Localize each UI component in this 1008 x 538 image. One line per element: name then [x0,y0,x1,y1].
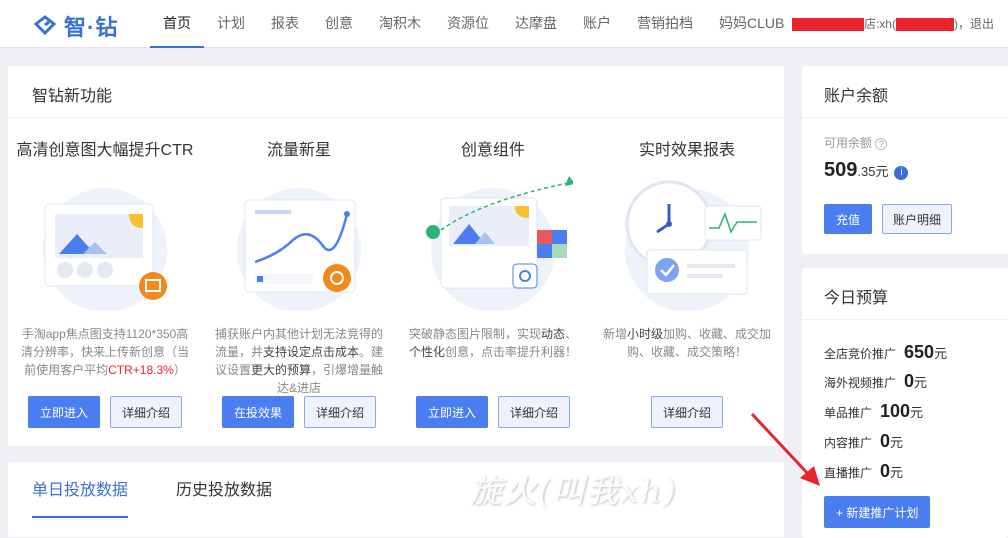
realtime-report-details-button[interactable]: 详细介绍 [650,396,723,428]
panel-title: 今日预算 [802,268,1008,320]
budget-row: 海外视频推广 0元 [824,371,927,392]
user-name: 店:xh( [863,17,896,31]
nav-mama-club[interactable]: 妈妈CLUB [706,0,797,48]
main-nav: 首页 计划 报表 创意 淘积木 资源位 达摩盘 账户 营销拍档 妈妈CLUB [150,0,797,48]
user-info: 店:xh( ) ，退出 [791,0,994,48]
redaction-mark [895,17,954,31]
balance-integer: 509 [824,159,858,181]
feature-title: 创意组件 [460,142,525,159]
traffic-star-details-button[interactable]: 详细介绍 [304,396,377,428]
logout-link[interactable]: ，退出 [958,1,994,47]
budget-label: 直播推广 [824,466,873,480]
desc-highlight: CTR+18.3% [108,363,174,377]
clock-report-illustration-icon [625,180,762,312]
budget-label: 海外视频推广 [824,376,897,390]
nav-resource[interactable]: 资源位 [434,0,502,48]
feature-title: 流量新星 [266,142,331,159]
red-arrow-annotation-icon [750,412,820,486]
enter-creative-component-button[interactable]: 立即进入 [415,396,488,428]
feature-card-traffic-star: 流量新星 捕获账户内其他计划无法竞得的流量，并支持设定点击成本。建议设置更大的预… [202,118,396,397]
feature-description: 捕获账户内其他计划无法竞得的流量，并支持设定点击成本。建议设置更大的预算，引爆增… [202,325,396,397]
enter-hd-creative-button[interactable]: 立即进入 [27,396,100,428]
top-nav-bar: 智·钻 首页 计划 报表 创意 淘积木 资源位 达摩盘 账户 营销拍档 妈妈CL… [0,0,1008,48]
feature-actions: 在投效果 详细介绍 [202,396,396,428]
budget-unit: 元 [890,435,904,450]
balance-actions: 充值 账户明细 [824,204,953,234]
nav-home[interactable]: 首页 [150,0,204,48]
feature-title: 实时效果报表 [638,142,735,159]
budget-row: 全店竞价推广 650元 [824,342,947,363]
budget-value: 0 [880,461,891,481]
logo-text: 智·钻 [64,15,119,40]
account-balance-panel: 账户余额 可用余额 ? 509.35元 i 充值 账户明细 [802,66,1008,254]
feature-description: 突破静态图片限制，实现动态、个性化创意，点击率提升利器！ [396,325,590,397]
desc-text: 创意，点击率提升利器！ [445,345,578,359]
nav-damopan[interactable]: 达摩盘 [502,0,570,48]
balance-amount: 509.35元 i [824,159,1008,182]
recharge-button[interactable]: 充值 [824,204,873,234]
feature-title: 高清创意图大幅提升CTR [16,142,194,159]
desc-highlight: 更大的预算 [250,363,311,377]
budget-unit: 元 [914,375,928,390]
feature-actions: 立即进入 详细介绍 [396,396,590,428]
desc-text: 、 [565,327,578,341]
tab-history-data[interactable]: 历史投放数据 [176,476,272,516]
diamond-logo-icon [33,15,57,36]
balance-decimal: .35 [857,164,876,179]
feature-card-realtime-report: 实时效果报表 新增小时级加购、收藏、成交加购、收藏、成交策略！ [590,118,784,397]
info-icon[interactable]: i [894,165,909,180]
desc-text: 突破静态图片限制，实现 [408,327,541,341]
creative-component-details-button[interactable]: 详细介绍 [498,396,571,428]
logo[interactable]: 智·钻 [32,10,118,42]
feature-card-creative-component: 创意组件 突破静态图片限制，实现动态、个性化创意，点击率提升利器！ [396,118,590,397]
budget-value: 0 [880,431,891,451]
budget-value: 100 [880,401,911,421]
budget-label: 全店竞价推广 [824,347,897,361]
desc-highlight: 小时级 [626,327,663,341]
feature-actions: 立即进入 详细介绍 [8,396,202,428]
available-balance-label: 可用余额 ? [824,134,1008,151]
nav-account[interactable]: 账户 [570,0,624,48]
nav-taojimu[interactable]: 淘积木 [366,0,434,48]
desc-highlight: 动态 [540,327,565,341]
balance-unit: 元 [875,164,889,179]
budget-row: 单品推广 100元 [824,401,923,422]
budget-unit: 元 [934,346,948,361]
tab-daily-data[interactable]: 单日投放数据 [32,476,129,518]
redaction-mark [791,17,864,31]
new-campaign-button[interactable]: + 新建推广计划 [824,496,931,528]
feature-description: 手淘app焦点图支持1120*350高清分辨率，快来上传新创意（当前使用客户平均… [8,325,202,397]
new-features-panel: 智钻新功能 高清创意图大幅提升CTR 手淘app焦点图支持1120*350高清分… [8,66,784,446]
traffic-chart-illustration-icon [237,188,361,312]
account-details-button[interactable]: 账户明细 [882,204,953,234]
nav-creative[interactable]: 创意 [312,0,366,48]
creative-component-illustration-icon [426,176,575,312]
budget-row: 直播推广 0元 [824,461,903,482]
budget-label: 单品推广 [824,406,873,420]
hd-creative-details-button[interactable]: 详细介绍 [110,396,183,428]
desc-highlight: 个性化 [408,345,445,359]
desc-highlight: 支持设定点击成本 [262,345,359,359]
panel-title: 智钻新功能 [8,66,784,118]
budget-value: 0 [904,371,915,391]
budget-unit: 元 [910,405,924,420]
panel-title: 账户余额 [802,66,1008,118]
feature-description: 新增小时级加购、收藏、成交加购、收藏、成交策略！ [590,325,784,397]
nav-partner[interactable]: 营销拍档 [624,0,706,48]
today-budget-panel: 今日预算 全店竞价推广 650元 海外视频推广 0元 单品推广 100元 内容推广 0元… [802,268,1008,538]
budget-value: 650 [904,342,935,362]
nav-plan[interactable]: 计划 [204,0,258,48]
budget-label: 内容推广 [824,436,873,450]
desc-text: 新增 [602,327,627,341]
budget-row: 内容推广 0元 [824,431,903,452]
traffic-star-performance-button[interactable]: 在投效果 [221,396,294,428]
watermark-text: 旋火(叫我xh) [470,472,678,510]
budget-unit: 元 [890,465,904,480]
available-label-text: 可用余额 [824,136,873,150]
hd-image-illustration-icon [43,188,167,312]
nav-report[interactable]: 报表 [258,0,312,48]
feature-card-hd-creative: 高清创意图大幅提升CTR 手淘app焦点图支持1120*350高清分辨率，快来上… [8,118,202,397]
help-icon[interactable]: ? [875,138,888,150]
desc-text: ） [173,363,186,377]
